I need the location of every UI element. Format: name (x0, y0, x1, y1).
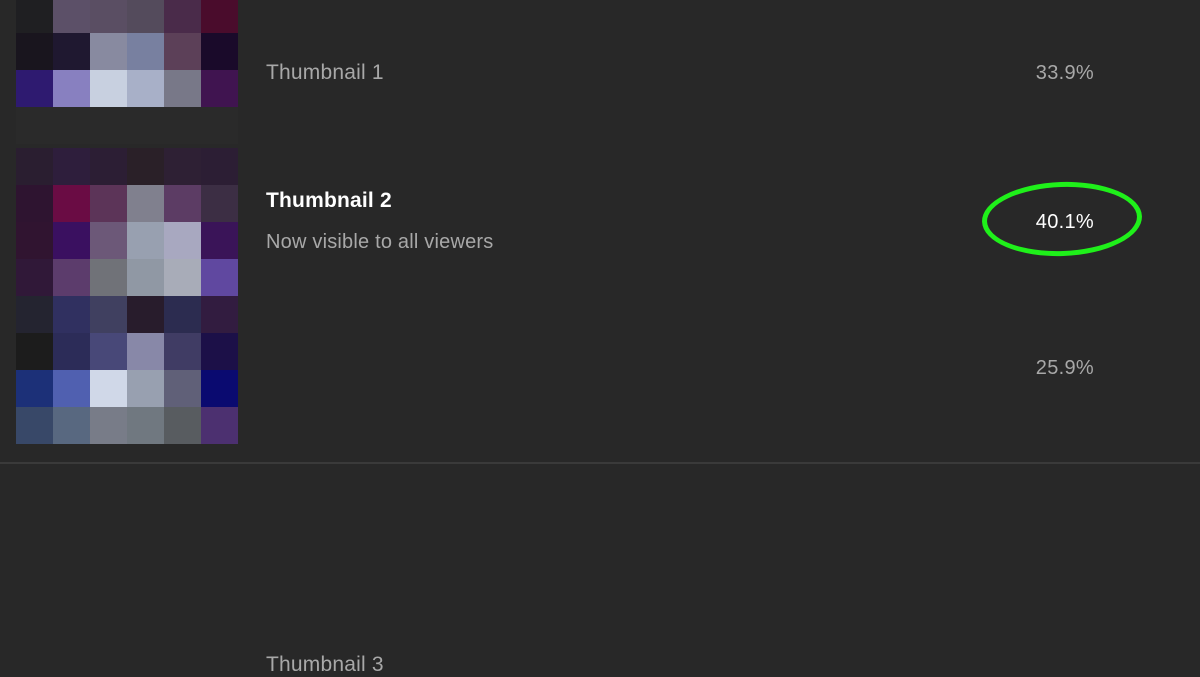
thumbnail-pixel (90, 185, 127, 222)
thumbnail-status: Now visible to all viewers (266, 231, 494, 253)
thumbnail-pixel (201, 0, 238, 33)
thumbnail-pixel (201, 370, 238, 407)
thumbnail-pixel (164, 370, 201, 407)
thumbnail-pixel (90, 148, 127, 185)
thumbnail-pixel (90, 259, 127, 296)
thumbnail-pixel (127, 185, 164, 222)
thumbnail-pixel (16, 107, 53, 144)
thumbnail-pixel (164, 0, 201, 33)
thumbnail-pixel (53, 407, 90, 444)
thumbnail-pixel (164, 148, 201, 185)
thumbnail-pixel (127, 222, 164, 259)
thumbnail-pixel (90, 407, 127, 444)
thumbnail-pixel (53, 222, 90, 259)
thumbnail-pixel (201, 222, 238, 259)
thumbnail-pixel (53, 70, 90, 107)
thumbnail-pixel (164, 107, 201, 144)
thumbnail-pixel (53, 259, 90, 296)
thumbnail-pixel (90, 370, 127, 407)
thumbnail-pixel (201, 107, 238, 144)
thumbnail-pixel (53, 0, 90, 33)
thumbnail-pixel (127, 333, 164, 370)
thumbnail-pixel (53, 107, 90, 144)
thumbnail-row-3[interactable]: Thumbnail 3 25.9% (0, 296, 1200, 676)
thumbnail-pixel (16, 70, 53, 107)
thumbnail-pixel (90, 222, 127, 259)
thumbnail-pixel (53, 148, 90, 185)
thumbnail-pixel (127, 370, 164, 407)
thumbnail-label: Thumbnail 3 (266, 653, 384, 676)
thumbnail-pixel (201, 333, 238, 370)
thumbnail-percent: 33.9% (1035, 62, 1094, 84)
thumbnail-row-1[interactable]: Thumbnail 1 33.9% (0, 0, 1200, 148)
thumbnail-pixel (201, 33, 238, 70)
thumbnail-pixel (90, 333, 127, 370)
thumbnail-pixel (53, 333, 90, 370)
thumbnail-pixel (201, 259, 238, 296)
thumbnail-pixel (164, 222, 201, 259)
thumbnail-pixel (127, 148, 164, 185)
thumbnail-pixel (127, 0, 164, 33)
thumbnail-percent: 25.9% (1035, 357, 1094, 379)
thumbnail-pixel (90, 107, 127, 144)
thumbnail-pixel (53, 296, 90, 333)
thumbnail-pixel (90, 296, 127, 333)
thumbnail-pixel (53, 33, 90, 70)
thumbnail-label: Thumbnail 1 (266, 61, 384, 84)
thumbnail-pixel (127, 33, 164, 70)
thumbnail-pixel (164, 185, 201, 222)
thumbnail-pixel (164, 33, 201, 70)
thumbnail-pixel (16, 296, 53, 333)
thumbnail-pixel (127, 70, 164, 107)
thumbnail-pixel (16, 259, 53, 296)
thumbnail-pixel (127, 407, 164, 444)
thumbnail-pixel (90, 0, 127, 33)
thumbnail-image-3 (16, 296, 238, 445)
thumbnail-pixel (16, 185, 53, 222)
thumbnail-pixel (127, 107, 164, 144)
divider (0, 462, 1200, 464)
thumbnail-pixel (164, 333, 201, 370)
thumbnail-pixel (90, 33, 127, 70)
thumbnail-pixel (16, 333, 53, 370)
thumbnail-pixel (201, 70, 238, 107)
thumbnail-pixel (16, 148, 53, 185)
thumbnail-pixel (164, 407, 201, 444)
thumbnail-label: Thumbnail 2 (266, 189, 392, 212)
thumbnail-pixel (53, 370, 90, 407)
thumbnail-pixel (201, 296, 238, 333)
thumbnail-pixel (16, 407, 53, 444)
thumbnail-pixel (16, 222, 53, 259)
thumbnail-pixel (16, 33, 53, 70)
thumbnail-pixel (164, 296, 201, 333)
thumbnail-pixel (164, 70, 201, 107)
thumbnail-image-1 (16, 0, 238, 144)
thumbnail-pixel (127, 296, 164, 333)
thumbnail-pixel (164, 259, 201, 296)
thumbnail-pixel (201, 407, 238, 444)
thumbnail-pixel (16, 370, 53, 407)
thumbnail-image-2 (16, 148, 238, 296)
thumbnail-pixel (201, 148, 238, 185)
thumbnail-pixel (16, 0, 53, 33)
thumbnail-pixel (53, 185, 90, 222)
thumbnail-pixel (201, 185, 238, 222)
thumbnail-pixel (127, 259, 164, 296)
thumbnail-pixel (90, 70, 127, 107)
